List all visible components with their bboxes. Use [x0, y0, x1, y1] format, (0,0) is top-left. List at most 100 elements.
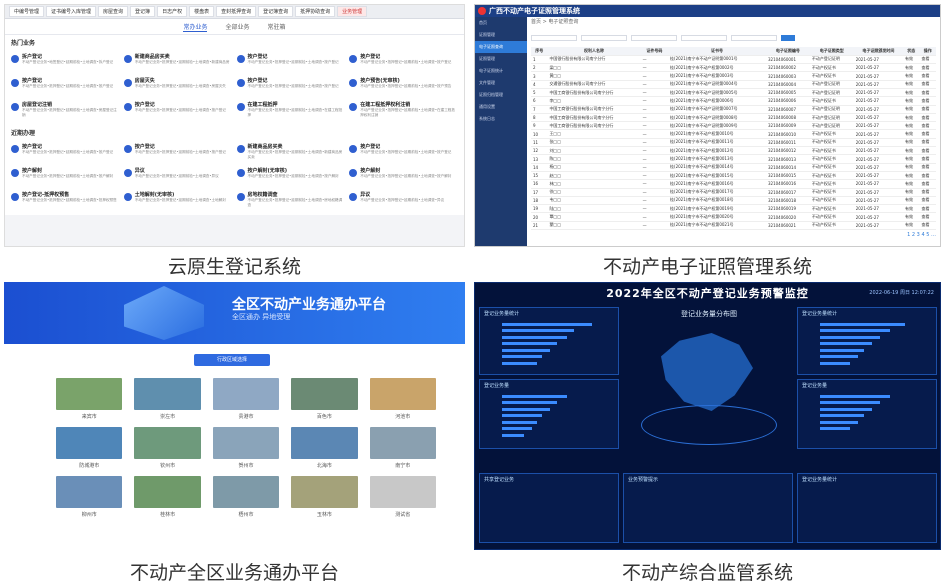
table-row[interactable]: 12 刘□□ — 桂(2021)南宁市不动产权第0012号 32104060012 不动产… [531, 146, 936, 156]
table-row[interactable]: 8 中国工商银行股份有限公司南宁分行 — 桂(2021)南宁市不动产证明第0008号 3… [531, 113, 936, 123]
table-cell: — [640, 88, 669, 98]
table-row[interactable]: 2 梁□□ — 桂(2021)南宁市不动产权第0002号 32104060002 不动产权… [531, 63, 936, 73]
sidebar-item[interactable]: 证照管理 [475, 53, 527, 65]
guangxi-map[interactable] [661, 333, 753, 411]
table-row[interactable]: 13 陈□□ — 桂(2021)南宁市不动产权第0013号 32104060013 不动产… [531, 154, 936, 164]
service-card[interactable]: 房屋灭失 不动产登记业务•抵押登记•延期前检•土地调查•房屋灭失 [123, 77, 233, 98]
city-card[interactable]: 玉林市 [291, 476, 358, 518]
tab-item[interactable]: 登记簿查询 [258, 6, 294, 17]
service-card[interactable]: 按户解封 不动产登记业务•抵押登记•延期前检•土地调查•按户解封 [11, 167, 120, 188]
tab-item[interactable]: 登记簿 [130, 6, 156, 17]
service-card[interactable]: 房屋登记注销 不动产登记业务•抵押登记•延期前检•土地调查•房屋登记注销 [11, 101, 120, 122]
service-card[interactable]: 新建商品房买卖 不动产登记业务•抵押登记•延期前检•土地调查•新建商品房 [123, 53, 233, 74]
service-card[interactable]: 按户登记 不动产登记业务•抵押登记•延期前检•土地调查•按户登记 [236, 53, 346, 74]
filter-field[interactable] [581, 35, 627, 41]
service-card[interactable]: 按户登记 不动产登记业务•抵押登记•延期前检•土地调查•按户登记 [123, 143, 233, 164]
table-row[interactable]: 14 杨□□ — 桂(2021)南宁市不动产权第0014号 32104060014 不动产… [531, 163, 936, 172]
service-card[interactable]: 在建工程抵押 不动产登记业务•抵押登记•延期前检•土地调查•在建工程抵押 [236, 101, 346, 122]
table-row[interactable]: 11 张□□ — 桂(2021)南宁市不动产权第0011号 32104060011 不动产… [531, 138, 936, 148]
service-card[interactable]: 异议 不动产登记业务•抵押登记•延期前检•土地调查•异议 [349, 191, 458, 212]
filter-field[interactable] [531, 35, 577, 41]
service-card[interactable]: 按户登记 不动产登记业务•抵押登记•延期前检•土地调查•按户登记 [349, 143, 458, 164]
table-cell: 13 [531, 154, 548, 164]
service-card[interactable]: 按户登记 不动产登记业务•抵押登记•延期前检•土地调查•按户登记 [349, 53, 458, 74]
service-card[interactable]: 按户登记 不动产登记业务•抵押登记•延期前检•土地调查•按户登记 [11, 143, 120, 164]
region-select-button[interactable]: 行政区域选择 [194, 354, 270, 366]
service-card[interactable]: 按户登记 不动产登记业务•抵押登记•延期前检•土地调查•按户登记 [123, 101, 233, 122]
service-card[interactable]: 土地解封(无审核) 不动产登记业务•抵押登记•延期前检•土地调查•土地解封 [123, 191, 233, 212]
city-card[interactable]: 北海市 [291, 427, 358, 469]
subnav-item[interactable]: 常办业务 [183, 22, 208, 32]
sidebar-item[interactable]: 证照管理 [475, 29, 527, 41]
city-card[interactable]: 测试省 [369, 476, 436, 518]
tab-item[interactable]: 抵押协助查询 [295, 6, 336, 17]
tab-item[interactable]: 查封抵押查询 [216, 6, 257, 17]
tab-item[interactable]: 证书编号入库管理 [46, 6, 97, 17]
city-card[interactable]: 来宾市 [56, 378, 123, 420]
city-card[interactable]: 百色市 [291, 378, 358, 420]
table-row[interactable]: 16 林□□ — 桂(2021)南宁市不动产权第0016号 32104060016 不动产… [531, 179, 936, 189]
city-card[interactable]: 贺州市 [212, 427, 280, 469]
table-row[interactable]: 5 中国工商银行股份有限公司南宁分行 — 桂(2021)南宁市不动产证明第0005号 3… [531, 88, 936, 98]
service-card[interactable]: 按户预告(无审核) 不动产登记业务•抵押登记•延期前检•土地调查•按户预告 [349, 77, 458, 98]
table-row[interactable]: 4 交通银行股份有限公司南宁分行 — 桂(2021)南宁市不动产证明第0004号 321… [531, 80, 936, 90]
service-card[interactable]: 按户登记 不动产登记业务•抵押登记•延期前检•土地调查•按户登记 [236, 77, 346, 98]
table-row[interactable]: 1 中国银行股份有限公司南宁分行 — 桂(2021)南宁市不动产证明第0001号 321… [531, 55, 936, 65]
table-row[interactable]: 6 李□□ — 桂(2021)南宁市不动产权第0006号 32104060006 不动产权… [531, 96, 936, 106]
city-card[interactable]: 防城港市 [56, 427, 123, 469]
sidebar-item[interactable]: 通用设置 [475, 101, 527, 113]
service-card[interactable]: 按户解封(无审核) 不动产登记业务•抵押登记•延期前检•土地调查•按户解封 [236, 167, 346, 188]
service-card[interactable]: 在建工程抵押权利注销 不动产登记业务•抵押登记•延期前检•土地调查•在建工程抵押权… [349, 101, 458, 122]
sidebar-item[interactable]: 系统日志 [475, 113, 527, 125]
service-card[interactable]: 新建商品房买卖 不动产登记业务•抵押登记•延期前检•土地调查•新建商品房买卖 [236, 143, 346, 164]
table-cell: 32104060009 [766, 121, 810, 131]
city-card[interactable]: 钦州市 [134, 427, 201, 469]
table-row[interactable]: 20 覃□□ — 桂(2021)南宁市不动产权第0020号 32104060020 不动产… [531, 212, 936, 222]
service-card[interactable]: 按户登记-抵押权预售 不动产登记业务•抵押登记•延期前检•土地调查•抵押权预售 [11, 191, 120, 212]
service-card[interactable]: 异议 不动产登记业务•抵押登记•延期前检•土地调查•异议 [123, 167, 233, 188]
table-row[interactable]: 3 黄□□ — 桂(2021)南宁市不动产权第0003号 32104060003 不动产权… [531, 71, 936, 81]
table-cell: 2021-05-27 [853, 105, 904, 114]
table-cell: 陆□□ [547, 204, 641, 214]
table-cell: 有效 [903, 179, 920, 189]
table-row[interactable]: 7 中国工商银行股份有限公司南宁分行 — 桂(2021)南宁市不动产证明第0007号 3… [531, 105, 936, 114]
service-card[interactable]: 房地权籍调查 不动产登记业务•抵押登记•延期前检•土地调查•房地权籍调查 [236, 191, 346, 212]
table-row[interactable]: 19 陆□□ — 桂(2021)南宁市不动产权第0019号 32104060019 不动产… [531, 204, 936, 214]
tab-item[interactable]: 房屋查询 [98, 6, 129, 17]
service-card[interactable]: 按户解封 不动产登记业务•抵押登记•延期前检•土地调查•按户解封 [349, 167, 458, 188]
service-card[interactable]: 按户登记 不动产登记业务•抵押登记•延期前检•土地调查•按户登记 [11, 77, 120, 98]
city-card[interactable]: 柳州市 [56, 476, 123, 518]
sidebar-item[interactable]: 首页 [475, 17, 527, 29]
tab-item[interactable]: 中编号管理 [9, 6, 45, 17]
table-cell: 2021-05-27 [853, 204, 904, 214]
sidebar-item[interactable]: 文件管理 [475, 77, 527, 89]
city-card[interactable]: 桂林市 [134, 476, 201, 518]
city-card[interactable]: 崇左市 [134, 378, 201, 420]
tab-item[interactable]: 楼盘表 [189, 6, 215, 17]
sidebar-item[interactable]: 电子证照查询 [475, 41, 527, 53]
sidebar-item[interactable]: 电子证照统计 [475, 65, 527, 77]
tab-item[interactable]: 业务管理 [337, 6, 368, 17]
pagination[interactable]: 1 2 3 4 5 … [531, 232, 936, 238]
table-cell: — [640, 196, 669, 206]
table-row[interactable]: 18 韦□□ — 桂(2021)南宁市不动产权第0018号 32104060018 不动产… [531, 196, 936, 206]
table-row[interactable]: 17 徐□□ — 桂(2021)南宁市不动产权第0017号 32104060017 不动产… [531, 188, 936, 197]
table-row[interactable]: 15 赵□□ — 桂(2021)南宁市不动产权第0015号 32104060015 不动产… [531, 171, 936, 181]
table-row[interactable]: 21 蒙□□ — 桂(2021)南宁市不动产权第0021号 32104060021 不动产… [531, 221, 936, 231]
tab-item[interactable]: 日志产权 [157, 6, 188, 17]
city-card[interactable]: 河池市 [369, 378, 436, 420]
filter-field[interactable] [681, 35, 727, 41]
city-card[interactable]: 南宁市 [369, 427, 436, 469]
filter-field[interactable] [631, 35, 677, 41]
table-row[interactable]: 9 中国工商银行股份有限公司南宁分行 — 桂(2021)南宁市不动产证明第0009号 3… [531, 121, 936, 131]
subnav-item[interactable]: 常驻箱 [268, 22, 286, 31]
service-card[interactable]: 拆户登记 不动产登记业务•地签登记•延期前检•土地调查•拆户登记 [11, 53, 120, 74]
table-row[interactable]: 10 王□□ — 桂(2021)南宁市不动产权第0010号 32104060010 不动产… [531, 129, 936, 139]
search-button[interactable] [781, 35, 795, 41]
table-cell: 刘□□ [547, 146, 641, 156]
filter-field[interactable] [731, 35, 777, 41]
sidebar-item[interactable]: 证照归档管理 [475, 89, 527, 101]
city-card[interactable]: 贵港市 [212, 378, 280, 420]
subnav-item[interactable]: 全部业务 [225, 22, 249, 31]
city-card[interactable]: 梧州市 [212, 476, 280, 518]
